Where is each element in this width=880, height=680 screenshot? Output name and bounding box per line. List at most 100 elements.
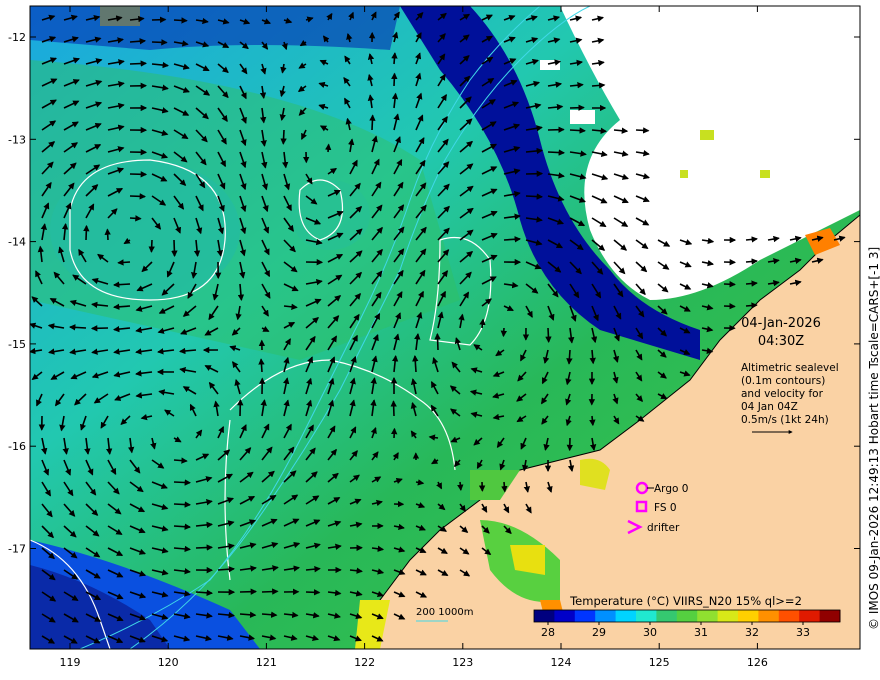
velocity-arrow (569, 127, 586, 134)
lon-tick-label: 126 (747, 656, 768, 669)
lat-tick-label: -14 (8, 236, 26, 249)
velocity-arrow (104, 228, 111, 241)
colorbar-tick-label: 32 (745, 626, 759, 639)
velocity-arrow (412, 354, 419, 373)
info-line-5: 0.5m/s (1kt 24h) (741, 414, 829, 426)
colorbar-tick-label: 33 (796, 626, 810, 639)
lat-tick-label: -16 (8, 440, 26, 453)
lon-tick-label: 123 (452, 656, 473, 669)
credit-text: © IMOS 09-Jan-2026 12:49:13 Hobart time … (867, 247, 880, 630)
colorbar-segment (778, 610, 800, 622)
velocity-arrow (173, 457, 188, 464)
velocity-arrow (148, 239, 155, 253)
velocity-arrow (745, 280, 758, 287)
velocity-arrow (503, 236, 522, 243)
velocity-arrow (391, 72, 398, 87)
info-line-1: Altimetric sealevel (741, 362, 839, 374)
argo-label: Argo 0 (654, 483, 688, 495)
lon-tick-label: 120 (158, 656, 179, 669)
colorbar-segment (717, 610, 739, 622)
velocity-arrow (261, 588, 279, 595)
velocity-arrow (369, 114, 376, 131)
colorbar-segment (574, 610, 596, 622)
velocity-arrow (745, 236, 758, 243)
velocity-arrow (434, 332, 441, 351)
colorbar-segment (595, 610, 617, 622)
cold-nw (30, 6, 400, 50)
colorbar (533, 609, 841, 623)
colorbar-segment (554, 610, 576, 622)
velocity-arrow (745, 258, 758, 265)
lon-tick-label: 121 (256, 656, 277, 669)
lat-tick-label: -15 (8, 338, 26, 351)
velocity-arrow (173, 523, 192, 530)
velocity-arrow (173, 479, 192, 486)
velocity-arrow (479, 318, 486, 329)
velocity-arrow (112, 281, 131, 288)
info-line-2: (0.1m contours) (741, 375, 825, 387)
velocity-arrow (305, 589, 321, 596)
colorbar-segment (615, 610, 637, 622)
velocity-arrow (129, 38, 147, 45)
colorbar-tick-label: 29 (592, 626, 606, 639)
velocity-arrow (566, 349, 573, 365)
velocity-arrow (545, 327, 552, 343)
colorbar-segment (819, 610, 841, 622)
colorbar-segment (758, 610, 780, 622)
velocity-arrow (428, 434, 439, 441)
velocity-arrow (261, 611, 278, 618)
velocity-arrow (129, 193, 147, 200)
colorbar-segment (534, 610, 555, 622)
velocity-arrow (745, 302, 758, 309)
colorbar-segment (697, 610, 719, 622)
lon-tick-label: 119 (60, 656, 81, 669)
map-time: 04:30Z (758, 334, 804, 349)
velocity-arrow (117, 259, 131, 266)
map-panel (30, 6, 860, 649)
velocity-arrow (500, 327, 508, 338)
info-line-3: and velocity for (741, 388, 824, 400)
velocity-arrow (129, 215, 142, 222)
info-line-4: 04 Jan 04Z (741, 401, 798, 413)
colorbar-segment (799, 610, 821, 622)
velocity-arrow (280, 129, 287, 145)
velocity-arrow (525, 193, 544, 200)
colorbar-segment (676, 610, 698, 622)
lon-tick-label: 124 (551, 656, 572, 669)
lat-tick-label: -12 (8, 31, 26, 44)
map-date: 04-Jan-2026 (741, 316, 821, 331)
velocity-arrow (501, 481, 508, 493)
velocity-arrow (68, 324, 87, 331)
colorbar-tick-label: 31 (694, 626, 708, 639)
velocity-arrow (171, 239, 178, 258)
velocity-arrow (591, 82, 606, 89)
velocity-arrow (151, 39, 168, 46)
velocity-arrow (390, 400, 397, 417)
lat-tick-label: -17 (8, 543, 26, 556)
drifter-label: drifter (647, 522, 680, 534)
lat-tick-label: -13 (8, 133, 26, 146)
lon-tick-label: 122 (354, 656, 375, 669)
velocity-arrow (83, 224, 90, 241)
velocity-arrow (391, 52, 398, 65)
velocity-arrow (457, 481, 464, 492)
bathymetry-label: 200 1000m (416, 607, 473, 618)
colorbar-segment (738, 610, 759, 622)
colorbar-segment (656, 610, 678, 622)
velocity-arrow (173, 17, 188, 24)
velocity-arrow (325, 143, 332, 153)
lon-tick-label: 125 (649, 656, 670, 669)
velocity-arrow (258, 358, 265, 373)
map-figure: -12 -13 -14 -15 -16 -17 119 120 121 122 123 124 125… (8, 5, 880, 669)
velocity-arrow (547, 149, 566, 156)
colorbar-tick-label: 30 (643, 626, 657, 639)
velocity-arrow (129, 60, 148, 67)
velocity-arrow (635, 127, 650, 134)
fs-label: FS 0 (654, 502, 677, 514)
velocity-arrow (195, 544, 214, 551)
velocity-arrow (589, 415, 596, 427)
velocity-arrow (173, 501, 192, 508)
colorbar-title: Temperature (°C) VIIRS_N20 15% ql>=2 (569, 594, 802, 608)
colorbar-segment (636, 610, 657, 622)
colorbar-tick-label: 28 (541, 626, 555, 639)
